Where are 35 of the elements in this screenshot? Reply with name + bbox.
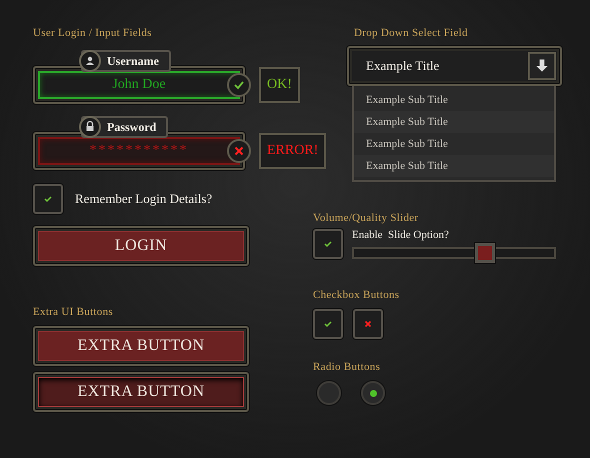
check-icon <box>43 194 53 204</box>
extra-button[interactable]: EXTRA BUTTON <box>38 331 244 361</box>
checkbox-label: Remember Login Details? <box>75 191 212 207</box>
user-icon <box>79 50 101 72</box>
checkbox[interactable] <box>313 229 343 259</box>
section-heading: Extra UI Buttons <box>33 306 113 318</box>
check-icon <box>323 239 333 249</box>
dropdown-option[interactable]: Example Sub Title <box>354 89 554 111</box>
checkbox-button[interactable] <box>353 309 383 339</box>
dropdown-option[interactable]: Example Sub Title <box>354 155 554 177</box>
checkbox-button[interactable] <box>313 309 343 339</box>
field-label: Password <box>81 116 168 138</box>
status-message: OK! <box>259 67 300 103</box>
arrow-down-icon <box>528 52 556 80</box>
radio-button[interactable] <box>317 381 341 405</box>
dropdown-select[interactable]: Example Title <box>352 51 557 81</box>
section-heading: Radio Buttons <box>313 361 380 373</box>
check-icon <box>323 319 333 329</box>
section-heading: User Login / Input Fields <box>33 27 152 39</box>
radio-button[interactable] <box>361 381 385 405</box>
section-heading: Volume/Quality Slider <box>313 212 418 224</box>
status-message: ERROR! <box>259 133 326 169</box>
input-field[interactable]: John Doe <box>38 71 240 99</box>
cross-icon <box>363 319 373 329</box>
section-heading: Drop Down Select Field <box>354 27 468 39</box>
extra-button[interactable]: EXTRA BUTTON <box>38 377 244 407</box>
checkbox[interactable] <box>33 184 63 214</box>
lock-icon <box>79 116 101 138</box>
login-button[interactable]: LOGIN <box>38 231 244 261</box>
dropdown-option[interactable]: Example Sub Title <box>354 133 554 155</box>
field-label: Username <box>81 50 171 72</box>
section-heading: Checkbox Buttons <box>313 289 400 301</box>
slider-thumb[interactable] <box>475 243 495 263</box>
slider-label: Enable Slide Option? <box>352 229 450 241</box>
dropdown-option[interactable]: Example Sub Title <box>354 111 554 133</box>
